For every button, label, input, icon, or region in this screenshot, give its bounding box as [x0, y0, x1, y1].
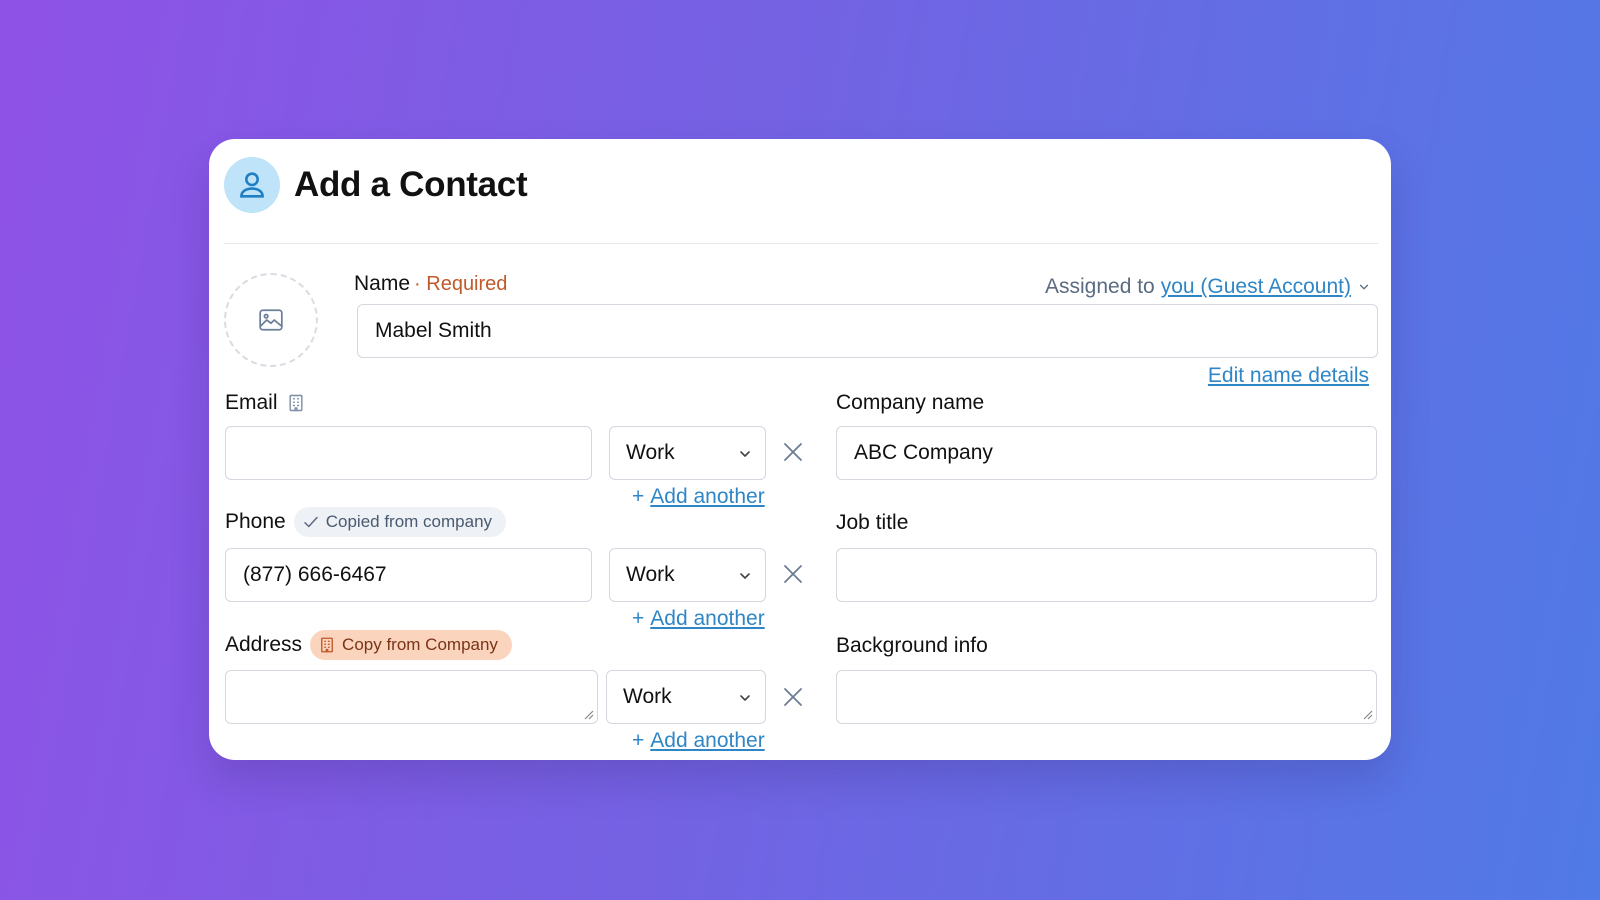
user-icon — [224, 157, 280, 213]
name-label-row: Name · Required — [354, 272, 507, 296]
photo-upload[interactable] — [224, 273, 318, 367]
check-icon — [303, 516, 318, 528]
phone-label: Phone — [225, 510, 286, 533]
job-title-label: Job title — [836, 511, 909, 534]
assigned-user-link[interactable]: you (Guest Account) — [1161, 275, 1351, 299]
email-label-row: Email — [225, 391, 306, 415]
address-type-value: Work — [623, 685, 672, 708]
assigned-prefix: Assigned to — [1044, 275, 1155, 298]
card-header: Add a Contact — [224, 157, 1378, 244]
phone-type-value: Work — [626, 563, 675, 586]
name-input[interactable]: Mabel Smith — [357, 304, 1378, 358]
remove-address-icon[interactable] — [781, 685, 805, 709]
email-add-another-link[interactable]: + Add another — [632, 485, 765, 509]
address-add-another-text: Add another — [650, 729, 765, 752]
background-info-label: Background info — [836, 634, 988, 657]
address-type-select[interactable]: Work — [606, 670, 766, 724]
phone-input[interactable]: (877) 666-6467 — [225, 548, 592, 602]
address-label-row: Address Copy from Company — [225, 630, 512, 660]
chevron-down-icon — [740, 573, 750, 579]
email-type-value: Work — [626, 441, 675, 464]
copied-from-company-badge: Copied from company — [293, 507, 507, 537]
background-info-textarea[interactable] — [836, 670, 1377, 724]
name-label: Name — [354, 272, 411, 295]
chevron-down-icon — [740, 451, 750, 457]
building-icon[interactable] — [286, 393, 306, 413]
building-icon — [321, 637, 333, 653]
copy-from-company-button[interactable]: Copy from Company — [310, 630, 512, 660]
phone-type-select[interactable]: Work — [609, 548, 766, 602]
image-icon — [259, 309, 283, 331]
email-label: Email — [225, 391, 278, 414]
address-textarea[interactable] — [225, 670, 598, 724]
page-title: Add a Contact — [294, 165, 528, 204]
remove-phone-icon[interactable] — [781, 562, 805, 586]
plus-icon: + — [632, 485, 645, 508]
plus-icon: + — [632, 729, 645, 752]
chevron-down-icon — [740, 695, 750, 701]
edit-name-details-link[interactable]: Edit name details — [1208, 364, 1369, 388]
add-contact-card: Add a Contact Name · Required Assigned t… — [209, 139, 1391, 760]
company-name-label: Company name — [836, 391, 985, 414]
plus-icon: + — [632, 607, 645, 630]
phone-add-another-link[interactable]: + Add another — [632, 607, 765, 631]
chevron-down-icon — [1359, 284, 1369, 290]
job-title-input[interactable] — [836, 548, 1377, 602]
remove-email-icon[interactable] — [781, 440, 805, 464]
email-add-another-text: Add another — [650, 485, 765, 508]
address-add-another-link[interactable]: + Add another — [632, 729, 765, 753]
copied-badge-text: Copied from company — [325, 512, 493, 531]
email-input[interactable] — [225, 426, 592, 480]
resize-handle-icon[interactable] — [582, 708, 594, 720]
phone-add-another-text: Add another — [650, 607, 765, 630]
assigned-to[interactable]: Assigned to you (Guest Account) — [1045, 275, 1371, 299]
resize-handle-icon[interactable] — [1361, 708, 1373, 720]
email-type-select[interactable]: Work — [609, 426, 766, 480]
address-label: Address — [225, 633, 303, 656]
required-indicator: · Required — [414, 272, 508, 295]
copy-badge-text: Copy from Company — [342, 635, 498, 654]
company-name-input[interactable]: ABC Company — [836, 426, 1377, 480]
phone-label-row: Phone Copied from company — [225, 507, 507, 537]
